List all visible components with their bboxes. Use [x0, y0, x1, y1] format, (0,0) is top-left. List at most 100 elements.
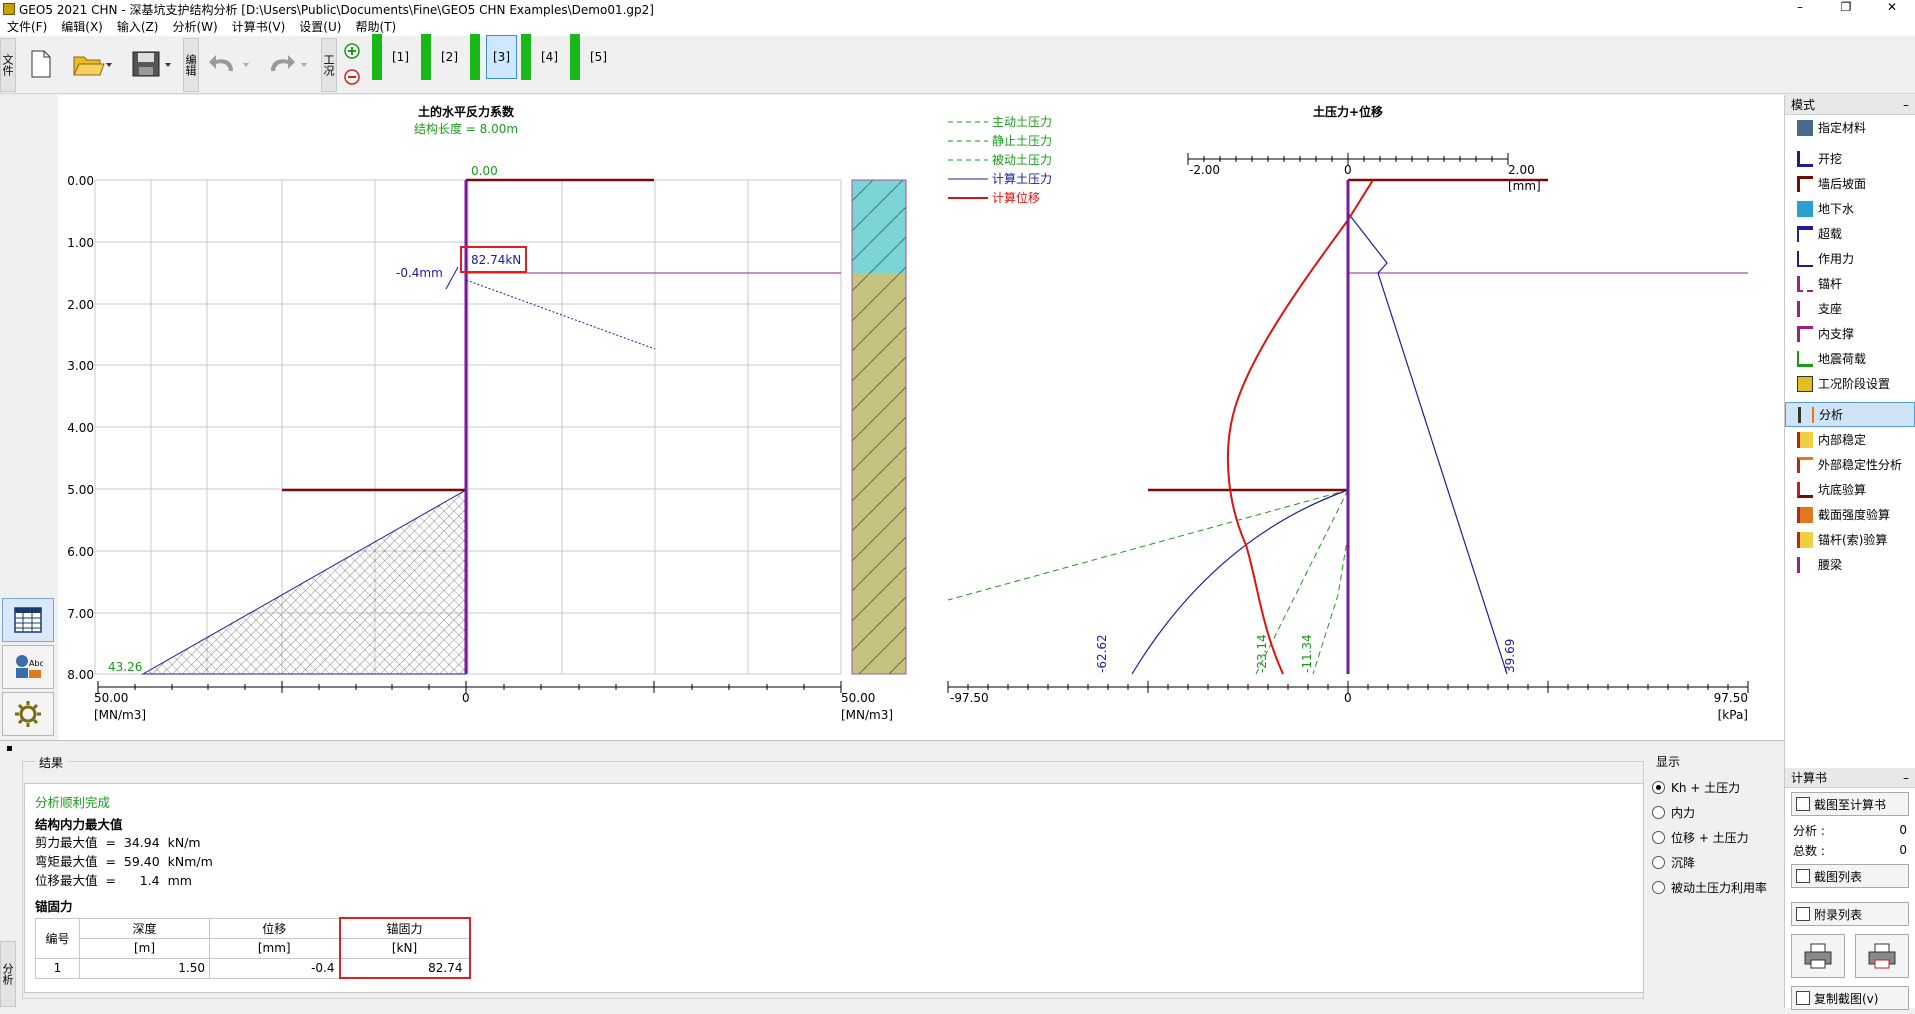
- undo-icon: [209, 55, 249, 71]
- legend-label: 计算土压力: [992, 171, 1052, 186]
- mode-item-anchor-check[interactable]: 锚杆(索)验算: [1785, 527, 1915, 552]
- add-to-report-button[interactable]: 截图至计算书: [1791, 792, 1909, 816]
- stage-settings-icon: [1797, 375, 1813, 392]
- legend-label: 被动土压力: [992, 153, 1052, 167]
- mode-item-surcharge[interactable]: 超载: [1785, 221, 1915, 246]
- display-option-kh-pressure[interactable]: Kh + 土压力: [1652, 775, 1777, 800]
- left-chart-grid: [94, 179, 842, 675]
- new-file-icon: [31, 50, 51, 78]
- stage-2-tab[interactable]: [2]: [421, 34, 462, 80]
- mode-item-label: 超载: [1818, 227, 1843, 241]
- appendix-list-button[interactable]: 附录列表: [1791, 902, 1909, 926]
- mode-item-waling[interactable]: 腰梁: [1785, 552, 1915, 577]
- mode-item-anchor[interactable]: 锚杆: [1785, 271, 1915, 296]
- minimize-button[interactable]: –: [1777, 0, 1823, 18]
- earthquake-icon: [1797, 350, 1813, 367]
- display-options: Kh + 土压力 内力 位移 + 土压力 沉降 被动土压力利用率: [1652, 775, 1777, 900]
- unit-displacement: [mm]: [209, 937, 340, 959]
- mode-item-earthquake[interactable]: 地震荷载: [1785, 346, 1915, 371]
- new-file-button[interactable]: [26, 46, 56, 82]
- undo-button[interactable]: [206, 46, 254, 82]
- add-stage-button[interactable]: [343, 42, 361, 60]
- left-axis-min: 50.00: [94, 691, 128, 705]
- unit-anchor-force: [kN]: [338, 937, 471, 959]
- button-label: 截图列表: [1814, 869, 1863, 884]
- stage-4-tab[interactable]: [4]: [521, 34, 562, 80]
- mode-item-groundwater[interactable]: 地下水: [1785, 196, 1915, 221]
- file-toolbar-tab[interactable]: 文件: [0, 38, 16, 92]
- print-button[interactable]: [1791, 934, 1845, 978]
- save-disk-icon: [132, 51, 171, 77]
- collapse-icon[interactable]: –: [1903, 768, 1909, 788]
- stage-toolbar-tab[interactable]: 工况: [321, 38, 337, 92]
- close-button[interactable]: ✕: [1869, 0, 1915, 18]
- open-file-button[interactable]: [70, 46, 114, 82]
- window-title: GEO5 2021 CHN - 深基坑支护结构分析 [D:\Users\Publ…: [19, 2, 654, 17]
- redo-button[interactable]: [264, 46, 312, 82]
- mode-item-bottom-check[interactable]: 坑底验算: [1785, 477, 1915, 502]
- mode-item-excavation[interactable]: 开挖: [1785, 146, 1915, 171]
- settings-button[interactable]: [2, 692, 54, 736]
- display-option-settlement[interactable]: 沉降: [1652, 850, 1777, 875]
- table-row[interactable]: 1 1.50 -0.4 82.74: [35, 957, 471, 979]
- menu-input[interactable]: 输入(Z): [110, 18, 166, 36]
- label-settings-button[interactable]: Abc: [2, 645, 54, 689]
- display-option-displacement-pressure[interactable]: 位移 + 土压力: [1652, 825, 1777, 850]
- left-axis-max: 50.00: [841, 691, 875, 705]
- menu-edit[interactable]: 编辑(X): [54, 18, 110, 36]
- stage-5-tab[interactable]: [5]: [570, 34, 611, 80]
- bottom-check-icon: [1797, 481, 1813, 498]
- mode-item-label: 锚杆(索)验算: [1818, 533, 1888, 547]
- graphics-canvas[interactable]: 土的水平反力系数 结构长度 = 8.00m 0.00 1.00 2.00 3.0…: [58, 95, 1784, 740]
- mode-item-material[interactable]: 指定材料: [1785, 115, 1915, 140]
- computed-pressure-line: [1131, 212, 1508, 675]
- support-icon: [1797, 300, 1813, 317]
- display-option-internal-forces[interactable]: 内力: [1652, 800, 1777, 825]
- plus-circle-icon: [344, 43, 360, 59]
- mode-item-internal-stability[interactable]: 内部稳定: [1785, 427, 1915, 452]
- mode-item-force[interactable]: 作用力: [1785, 246, 1915, 271]
- print-export-button[interactable]: [1855, 934, 1909, 978]
- computed-pressure-min-label: -62.62: [1095, 634, 1109, 673]
- anchor-force-table: 编号 深度 位移 锚固力 [m] [mm] [kN] 1 1.50 -0.4 8…: [35, 917, 471, 979]
- charts-svg: 土的水平反力系数 结构长度 = 8.00m 0.00 1.00 2.00 3.0…: [67, 104, 1749, 722]
- edit-toolbar-tab[interactable]: 编辑: [183, 38, 199, 92]
- disp-scale-max: 2.00: [1508, 163, 1535, 177]
- mode-item-backfill-slope[interactable]: 墙后坡面: [1785, 171, 1915, 196]
- picture-list-button[interactable]: 截图列表: [1791, 864, 1909, 888]
- mode-item-label: 腰梁: [1818, 558, 1843, 572]
- pin-icon[interactable]: ▪: [6, 743, 13, 754]
- display-option-passive-utilization[interactable]: 被动土压力利用率: [1652, 875, 1777, 900]
- total-count-label: 总数 :: [1793, 843, 1825, 858]
- maximize-button[interactable]: ❐: [1823, 0, 1869, 18]
- remove-stage-button[interactable]: [343, 68, 361, 86]
- col-header-displacement: 位移: [209, 917, 340, 939]
- copy-picture-button[interactable]: 复制截图(v): [1791, 986, 1909, 1010]
- results-group-title: 结果: [35, 754, 68, 771]
- col-header-number: 编号: [35, 917, 80, 959]
- mode-item-support[interactable]: 支座: [1785, 296, 1915, 321]
- collapse-icon[interactable]: –: [1903, 95, 1909, 115]
- depth-tick: 0.00: [67, 174, 94, 188]
- stage-1-tab[interactable]: [1]: [372, 34, 413, 80]
- menu-analysis[interactable]: 分析(W): [165, 18, 224, 36]
- anchor-pointer: [445, 266, 459, 290]
- right-axis-unit: [kPa]: [1718, 708, 1748, 722]
- mode-item-analysis[interactable]: 分析: [1785, 402, 1915, 427]
- radio-unselected: [1652, 831, 1665, 844]
- save-button[interactable]: [128, 46, 174, 82]
- mode-item-section-check[interactable]: 截面强度验算: [1785, 502, 1915, 527]
- menu-settings[interactable]: 设置(U): [292, 18, 348, 36]
- stage-3-tab[interactable]: [3]: [470, 34, 517, 80]
- water-icon: [1797, 200, 1813, 217]
- right-chart-legend: 主动土压力 静止土压力 被动土压力 计算土压力 计算位移: [948, 115, 1052, 205]
- mode-item-external-stability[interactable]: 外部稳定性分析: [1785, 452, 1915, 477]
- menu-file[interactable]: 文件(F): [0, 18, 54, 36]
- radio-unselected: [1652, 881, 1665, 894]
- waling-icon: [1797, 556, 1813, 573]
- mode-item-stage-settings[interactable]: 工况阶段设置: [1785, 371, 1915, 396]
- mode-item-strut[interactable]: 内支撑: [1785, 321, 1915, 346]
- table-view-button[interactable]: [2, 598, 54, 642]
- analysis-vertical-tab[interactable]: 分析: [0, 941, 16, 1007]
- menu-report[interactable]: 计算书(V): [225, 18, 293, 36]
